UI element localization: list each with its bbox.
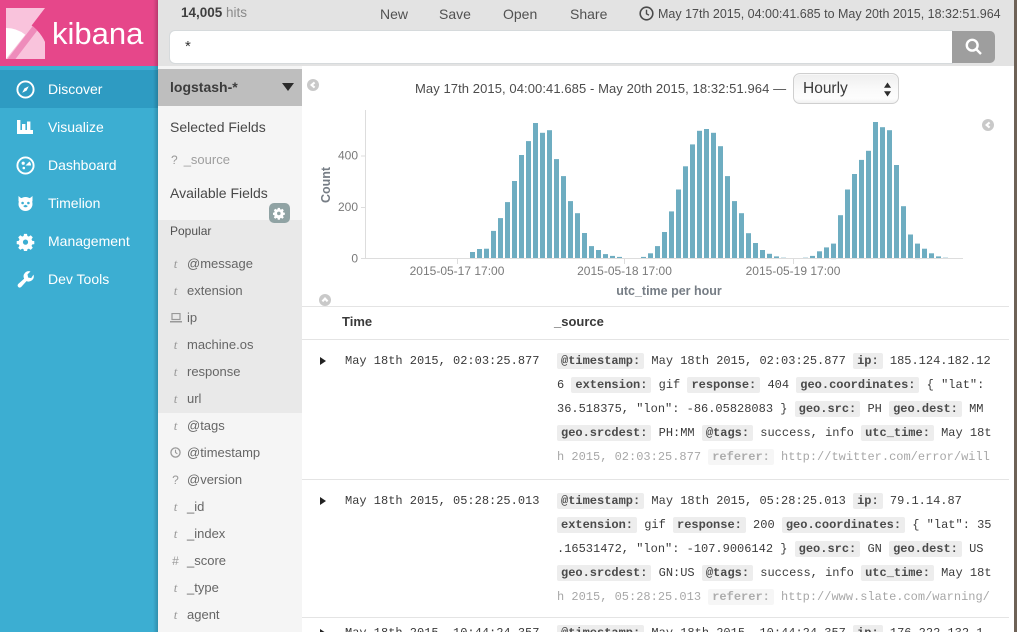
svg-text:2015-05-17 17:00: 2015-05-17 17:00 (410, 264, 505, 278)
svg-text:utc_time per hour: utc_time per hour (616, 284, 722, 298)
svg-text:200: 200 (338, 200, 358, 214)
svg-text:2015-05-19 17:00: 2015-05-19 17:00 (746, 264, 841, 278)
svg-text:0: 0 (351, 252, 358, 266)
svg-text:Count: Count (319, 166, 333, 203)
svg-text:2015-05-18 17:00: 2015-05-18 17:00 (577, 264, 672, 278)
svg-text:400: 400 (338, 149, 358, 163)
